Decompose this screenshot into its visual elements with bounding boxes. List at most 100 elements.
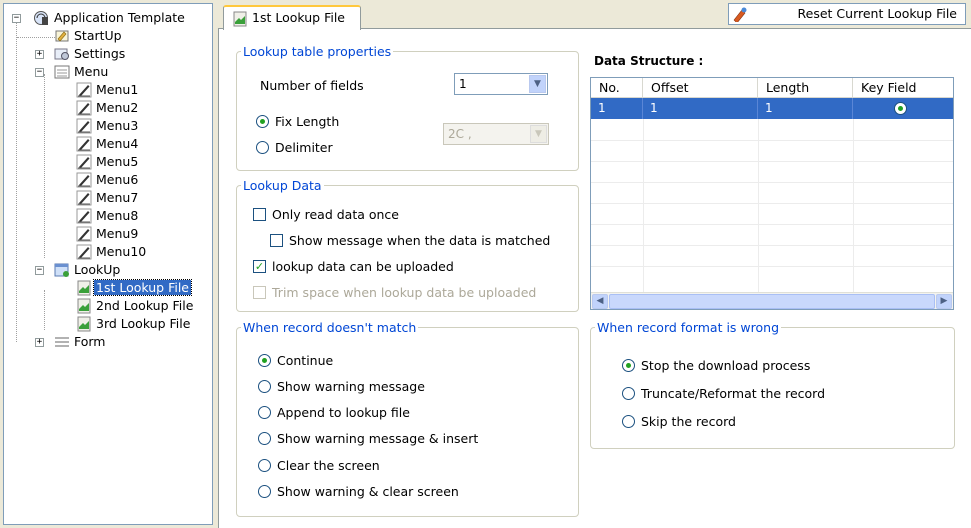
read-once-checkbox[interactable]: Only read data once xyxy=(253,207,399,223)
cell-key-field[interactable] xyxy=(853,98,953,119)
option-show-warning[interactable]: Show warning message xyxy=(258,379,425,395)
group-legend: When record doesn't match xyxy=(243,320,417,335)
radio-label: Skip the record xyxy=(641,414,736,429)
chevron-down-icon: ▼ xyxy=(529,75,546,93)
table-row[interactable]: 1 1 1 xyxy=(591,98,953,119)
menu-icon xyxy=(54,65,70,79)
radio-off xyxy=(258,406,271,419)
tree-item-menu8[interactable]: Menu8 xyxy=(94,207,140,225)
collapse-toggle[interactable]: − xyxy=(35,68,44,77)
tree-item-menu6[interactable]: Menu6 xyxy=(94,171,140,189)
tree-item-settings[interactable]: Settings xyxy=(72,45,127,63)
radio-label: Show warning & clear screen xyxy=(277,484,459,499)
grid-row-line xyxy=(591,224,953,225)
column-header[interactable]: Length xyxy=(758,78,853,98)
cell-length: 1 xyxy=(758,98,853,119)
option-truncate[interactable]: Truncate/Reformat the record xyxy=(622,386,825,402)
grid-column-line xyxy=(643,98,644,293)
tree-item-2nd-lookup-file[interactable]: 2nd Lookup File xyxy=(94,297,195,315)
collapse-toggle[interactable]: − xyxy=(12,14,21,23)
column-header[interactable]: No. xyxy=(591,78,643,98)
grid-row-line xyxy=(591,245,953,246)
option-warning-clear[interactable]: Show warning & clear screen xyxy=(258,484,459,500)
option-append[interactable]: Append to lookup file xyxy=(258,405,410,421)
tree-item-menu5[interactable]: Menu5 xyxy=(94,153,140,171)
group-legend: Lookup table properties xyxy=(243,44,392,59)
tree-item-root[interactable]: Application Template xyxy=(52,9,187,27)
option-warning-insert[interactable]: Show warning message & insert xyxy=(258,431,478,447)
checkbox-box xyxy=(253,286,266,299)
tree-item-lookup[interactable]: LookUp xyxy=(72,261,122,279)
tree-item-3rd-lookup-file[interactable]: 3rd Lookup File xyxy=(94,315,192,333)
cell-no: 1 xyxy=(591,98,643,119)
startup-icon xyxy=(55,30,69,42)
checkbox-label: lookup data can be uploaded xyxy=(272,259,454,274)
lookup-file-icon xyxy=(77,316,91,332)
key-field-radio[interactable] xyxy=(894,102,907,115)
navigation-tree[interactable]: − Application Template StartUp + Setting… xyxy=(3,3,213,525)
scroll-right-icon[interactable]: ▶ xyxy=(936,294,952,309)
column-header[interactable]: Key Field xyxy=(853,78,953,98)
radio-label: Continue xyxy=(277,353,334,368)
tree-item-menu4[interactable]: Menu4 xyxy=(94,135,140,153)
page-icon xyxy=(76,190,92,206)
tree-item-menu9[interactable]: Menu9 xyxy=(94,225,140,243)
radio-label: Stop the download process xyxy=(641,358,811,373)
radio-label: Show warning message xyxy=(277,379,425,394)
grid-row-line xyxy=(591,182,953,183)
page-icon xyxy=(76,154,92,170)
option-continue[interactable]: Continue xyxy=(258,353,333,369)
group-legend: Lookup Data xyxy=(243,178,322,193)
number-of-fields-select[interactable]: 1 ▼ xyxy=(454,73,548,95)
scroll-left-icon[interactable]: ◀ xyxy=(592,294,608,309)
fix-length-radio[interactable]: Fix Length xyxy=(256,114,339,130)
horizontal-scrollbar[interactable]: ◀ ▶ xyxy=(591,292,953,309)
tree-connector xyxy=(16,18,17,342)
tree-connector xyxy=(17,37,57,38)
radio-off xyxy=(258,485,271,498)
page-icon xyxy=(76,100,92,116)
data-structure-grid[interactable]: No. Offset Length Key Field 1 1 1 ◀ ▶ xyxy=(590,77,954,310)
radio-label: Delimiter xyxy=(275,140,333,155)
column-header[interactable]: Offset xyxy=(643,78,758,98)
reset-label: Reset Current Lookup File xyxy=(797,6,957,21)
tree-item-menu10[interactable]: Menu10 xyxy=(94,243,148,261)
option-stop-download[interactable]: Stop the download process xyxy=(622,358,810,374)
delimiter-radio[interactable]: Delimiter xyxy=(256,140,333,156)
option-skip-record[interactable]: Skip the record xyxy=(622,414,736,430)
page-icon xyxy=(76,136,92,152)
expand-toggle[interactable]: + xyxy=(35,338,44,347)
tab-1st-lookup-file[interactable]: 1st Lookup File xyxy=(223,5,361,30)
tree-item-menu7[interactable]: Menu7 xyxy=(94,189,140,207)
tree-item-1st-lookup-file[interactable]: 1st Lookup File xyxy=(93,279,192,297)
tree-item-menu2[interactable]: Menu2 xyxy=(94,99,140,117)
trim-space-checkbox[interactable]: Trim space when lookup data be uploaded xyxy=(253,285,536,301)
show-message-checkbox[interactable]: Show message when the data is matched xyxy=(270,233,550,249)
lookup-file-icon xyxy=(77,298,91,314)
tree-item-form[interactable]: Form xyxy=(72,333,108,351)
tree-connector xyxy=(44,290,45,330)
scroll-thumb[interactable] xyxy=(609,294,935,309)
expand-toggle[interactable]: + xyxy=(35,50,44,59)
page-icon xyxy=(76,208,92,224)
collapse-toggle[interactable]: − xyxy=(35,266,44,275)
radio-label: Append to lookup file xyxy=(277,405,410,420)
option-clear-screen[interactable]: Clear the screen xyxy=(258,458,380,474)
delimiter-select[interactable]: 2C , ▼ xyxy=(443,123,549,145)
reset-icon xyxy=(733,7,747,22)
radio-off xyxy=(258,380,271,393)
can-upload-checkbox[interactable]: ✓ lookup data can be uploaded xyxy=(253,259,454,275)
application-icon xyxy=(34,11,48,25)
tree-item-startup[interactable]: StartUp xyxy=(72,27,124,45)
lookup-file-icon xyxy=(233,11,247,27)
tree-item-menu3[interactable]: Menu3 xyxy=(94,117,140,135)
cell-offset: 1 xyxy=(643,98,758,119)
reset-lookup-file-button[interactable]: Reset Current Lookup File xyxy=(728,3,966,25)
page-icon xyxy=(76,226,92,242)
chevron-down-icon: ▼ xyxy=(530,125,547,143)
radio-off xyxy=(258,432,271,445)
lookup-icon xyxy=(54,263,69,277)
tree-item-menu1[interactable]: Menu1 xyxy=(94,81,140,99)
radio-off xyxy=(256,141,269,154)
tree-item-menu[interactable]: Menu xyxy=(72,63,110,81)
